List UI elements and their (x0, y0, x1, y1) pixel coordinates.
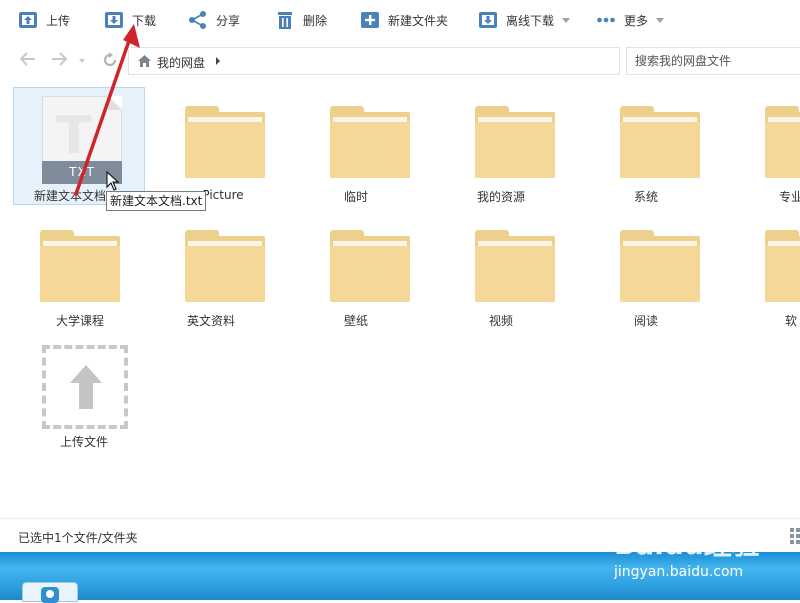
folder-icon (185, 230, 265, 302)
upload-file-label: 上传文件 (59, 435, 108, 449)
share-icon (188, 10, 208, 30)
folder-icon (475, 230, 555, 302)
offline-download-label: 离线下载 (506, 13, 555, 28)
folder-icon (330, 106, 410, 178)
folder-name: 视频 (488, 314, 513, 328)
upload-label: 上传 (46, 13, 71, 28)
folder-icon (765, 106, 800, 178)
folder-icon (620, 106, 700, 178)
baidu-jingyan-logo: Baidu经验 (614, 528, 760, 561)
new-folder-button[interactable]: 新建文件夹 (360, 0, 448, 40)
folder-icon (40, 230, 120, 302)
trash-icon (275, 10, 295, 30)
app-icon (41, 587, 59, 603)
folder-name: 我的资源 (476, 190, 525, 204)
folder-item[interactable]: 视频 (435, 212, 567, 330)
new-folder-label: 新建文件夹 (388, 13, 449, 28)
baidu-jingyan-watermark: Baidu经验 jingyan.baidu.com (600, 508, 800, 588)
search-box (626, 47, 800, 75)
offline-download-button[interactable]: 离线下载 (478, 0, 571, 40)
share-button[interactable]: 分享 (188, 0, 240, 40)
new-folder-icon (360, 10, 380, 30)
delete-button[interactable]: 删除 (275, 0, 327, 40)
more-dots-icon (596, 10, 616, 30)
upload-button[interactable]: 上传 (18, 0, 70, 40)
folder-name: 大学课程 (55, 314, 104, 328)
annotation-arrow-icon (74, 24, 140, 196)
selection-status: 已选中1个文件/文件夹 (18, 531, 138, 545)
watermark-url: jingyan.baidu.com (614, 564, 744, 580)
upload-arrow-icon (70, 365, 102, 409)
folder-name: 阅读 (633, 314, 658, 328)
folder-item[interactable]: 英文资料 (145, 212, 277, 330)
upload-file-tile[interactable]: 上传文件 (0, 337, 132, 455)
forward-arrow-icon[interactable] (51, 52, 68, 70)
folder-icon (620, 230, 700, 302)
folder-name: 软 (784, 314, 797, 328)
chevron-down-icon[interactable] (562, 17, 571, 23)
folder-item[interactable]: 系统 (580, 88, 712, 206)
folder-name: 系统 (633, 190, 658, 204)
folder-icon (475, 106, 555, 178)
folder-item[interactable]: 软 (725, 212, 800, 330)
delete-label: 删除 (303, 13, 328, 28)
folder-item[interactable]: 壁纸 (290, 212, 422, 330)
offline-download-icon (478, 10, 498, 30)
folder-name: 壁纸 (343, 314, 368, 328)
folder-icon (765, 230, 800, 302)
upload-icon (18, 10, 38, 30)
chevron-down-icon[interactable] (656, 17, 665, 23)
search-input[interactable] (635, 49, 795, 73)
folder-name: 专业 (778, 190, 800, 204)
share-label: 分享 (216, 13, 241, 28)
breadcrumb-separator-icon[interactable] (216, 57, 220, 65)
folder-item[interactable]: 专业 (725, 88, 800, 206)
folder-item[interactable]: 临时 (290, 88, 422, 206)
folder-item[interactable]: 我的资源 (435, 88, 567, 206)
breadcrumb-item-my-disk[interactable]: 我的网盘 (157, 54, 205, 71)
folder-item[interactable]: Picture (145, 88, 277, 206)
breadcrumb[interactable]: 我的网盘 (128, 47, 620, 75)
upload-dropzone[interactable] (42, 345, 128, 429)
folder-name: 英文资料 (186, 314, 235, 328)
more-button[interactable]: 更多 (596, 0, 665, 40)
back-arrow-icon[interactable] (19, 52, 36, 70)
folder-name: 临时 (343, 190, 368, 204)
more-label: 更多 (624, 13, 649, 28)
folder-icon (185, 106, 265, 178)
svg-text:Baidu经验: Baidu经验 (614, 528, 760, 561)
folder-item[interactable]: 大学课程 (0, 212, 132, 330)
folder-icon (330, 230, 410, 302)
taskbar-app-button[interactable] (22, 582, 78, 603)
folder-item[interactable]: 阅读 (580, 212, 712, 330)
